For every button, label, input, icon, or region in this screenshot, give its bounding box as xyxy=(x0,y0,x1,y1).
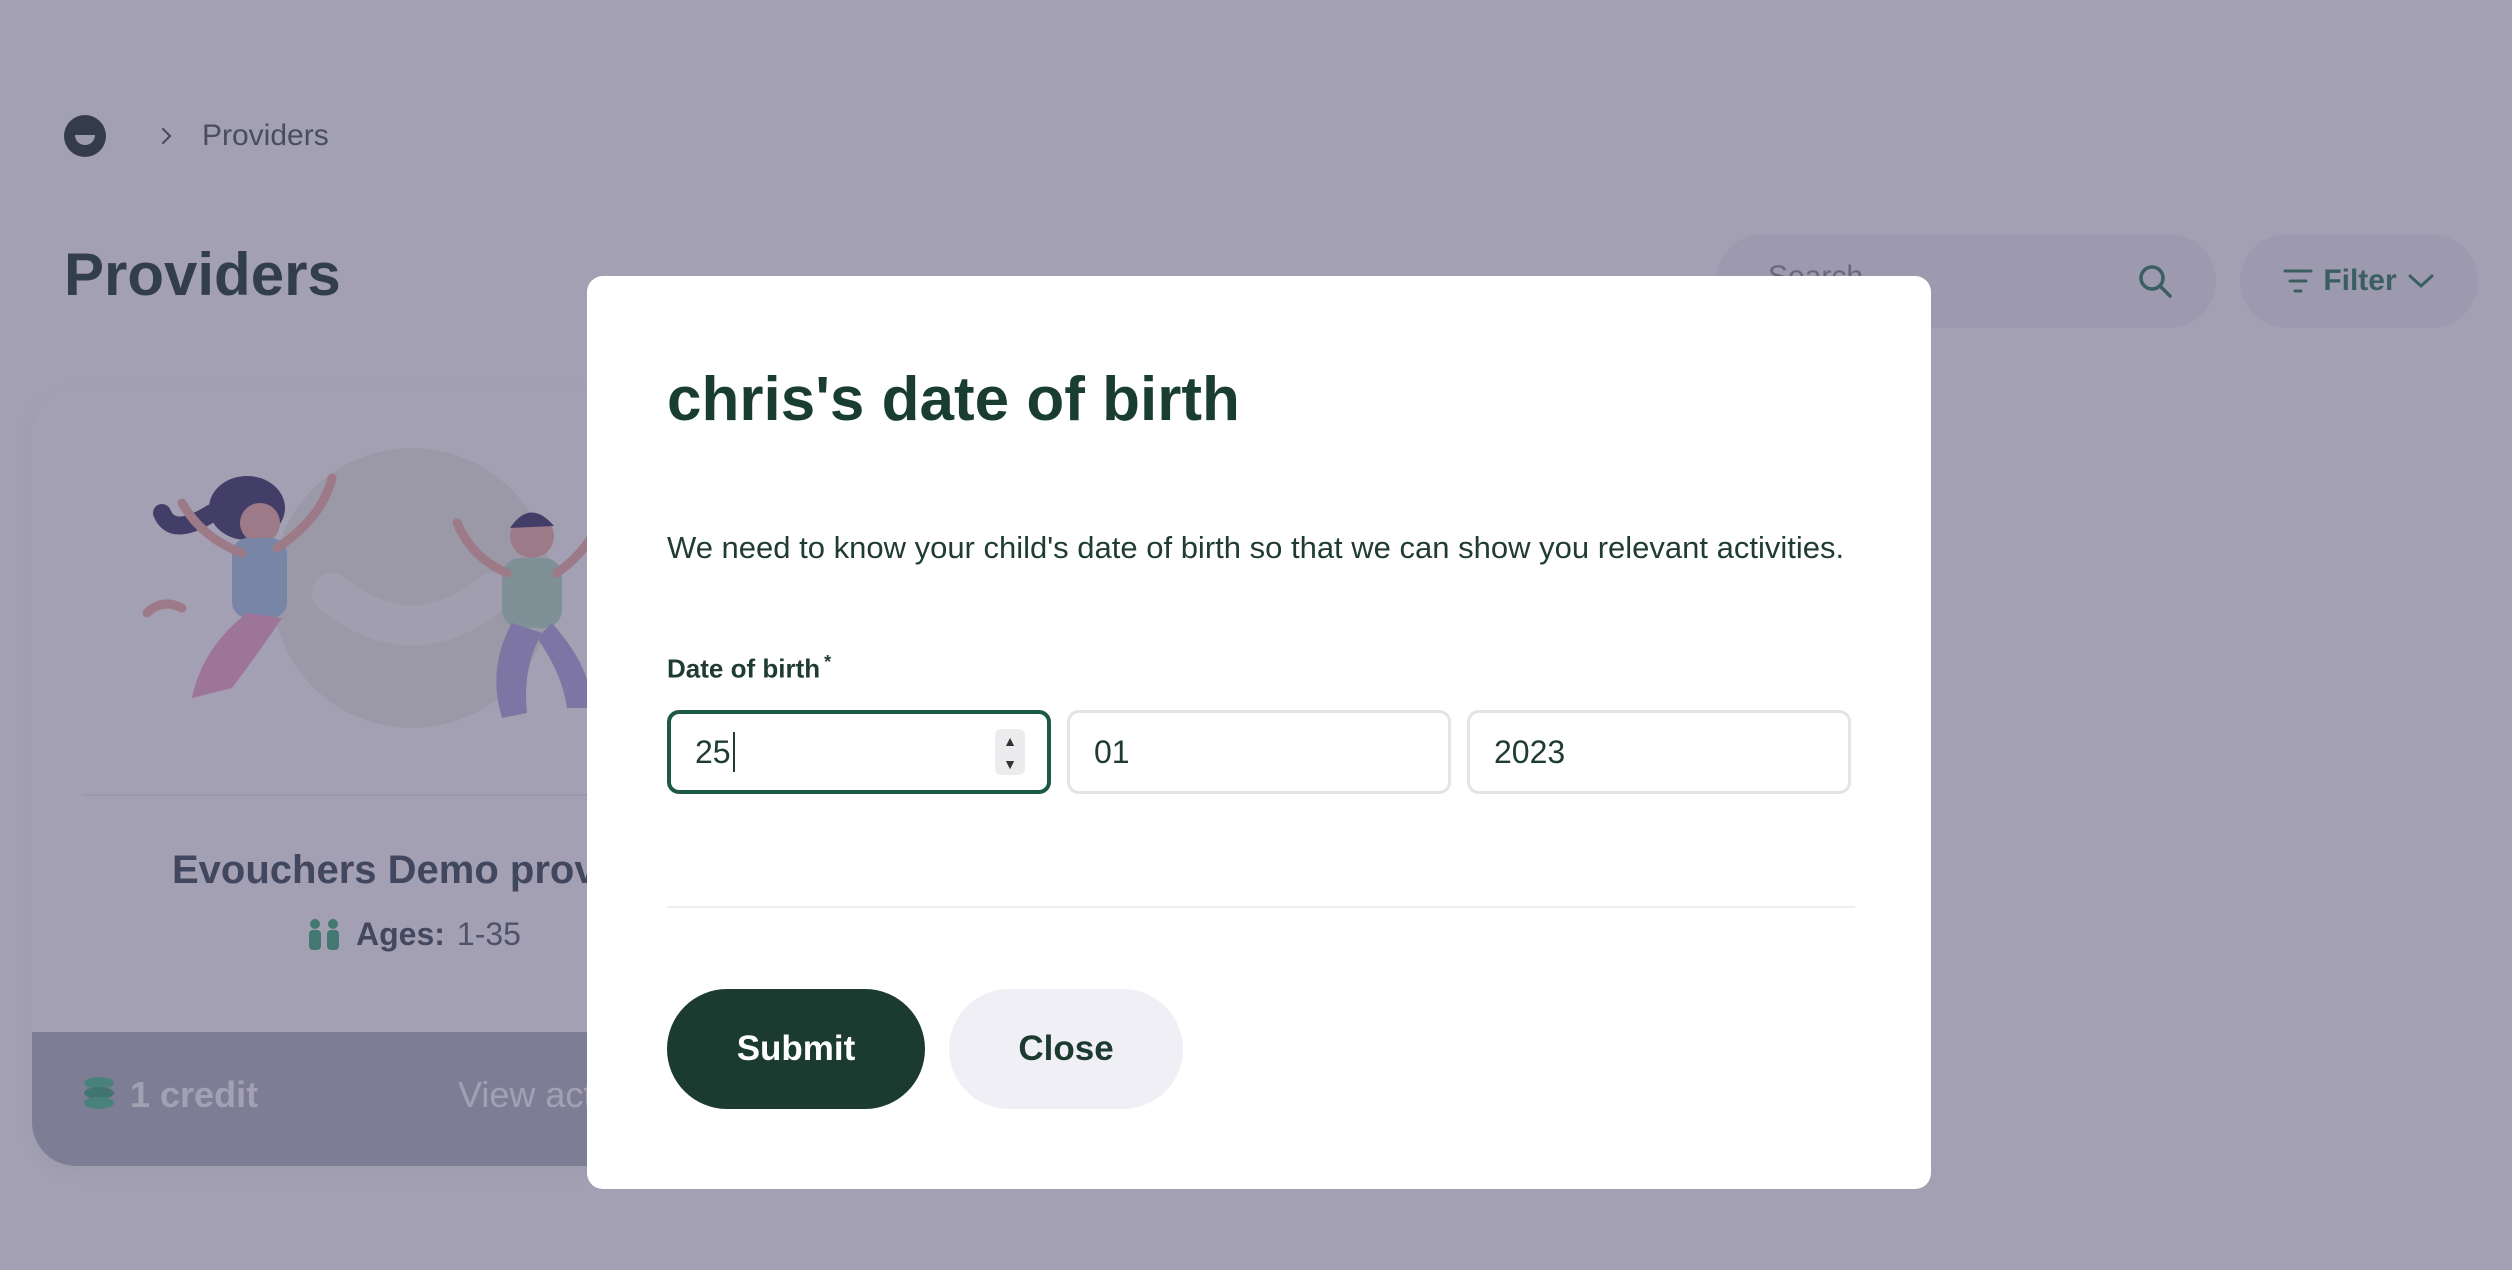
close-button[interactable]: Close xyxy=(949,989,1183,1109)
date-of-birth-dialog: chris's date of birth We need to know yo… xyxy=(587,276,1931,1189)
dialog-description: We need to know your child's date of bir… xyxy=(667,530,1845,565)
dob-month-input[interactable]: 01 xyxy=(1067,710,1451,794)
dob-year-input[interactable]: 2023 xyxy=(1467,710,1851,794)
dob-label: Date of birth * xyxy=(667,652,831,685)
caret-down-icon[interactable]: ▼ xyxy=(1003,757,1017,771)
caret-up-icon[interactable]: ▲ xyxy=(1003,734,1017,748)
dob-day-value: 25 xyxy=(695,733,731,770)
text-cursor xyxy=(732,732,735,772)
submit-button[interactable]: Submit xyxy=(667,989,925,1109)
dob-label-text: Date of birth xyxy=(667,653,821,684)
dialog-title: chris's date of birth xyxy=(667,365,1240,434)
dialog-divider xyxy=(667,906,1855,908)
required-marker: * xyxy=(824,652,832,672)
dob-year-value: 2023 xyxy=(1494,733,1566,770)
day-stepper[interactable]: ▲ ▼ xyxy=(995,729,1025,775)
dob-month-value: 01 xyxy=(1094,733,1130,770)
dob-day-input[interactable]: 25 ▲ ▼ xyxy=(667,710,1051,794)
